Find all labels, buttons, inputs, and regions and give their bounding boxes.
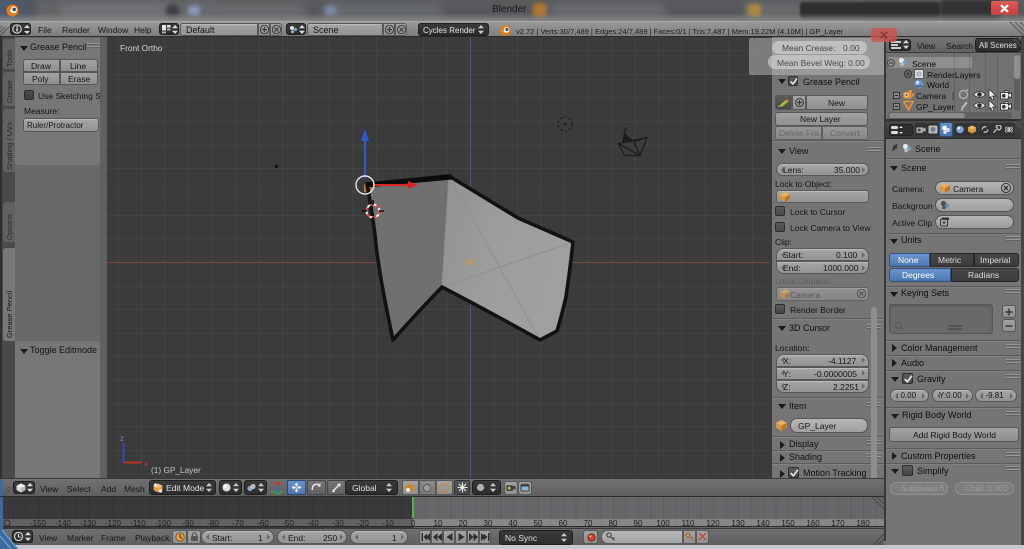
svg-text:x: x: [144, 459, 148, 468]
svg-text:z: z: [120, 434, 124, 443]
